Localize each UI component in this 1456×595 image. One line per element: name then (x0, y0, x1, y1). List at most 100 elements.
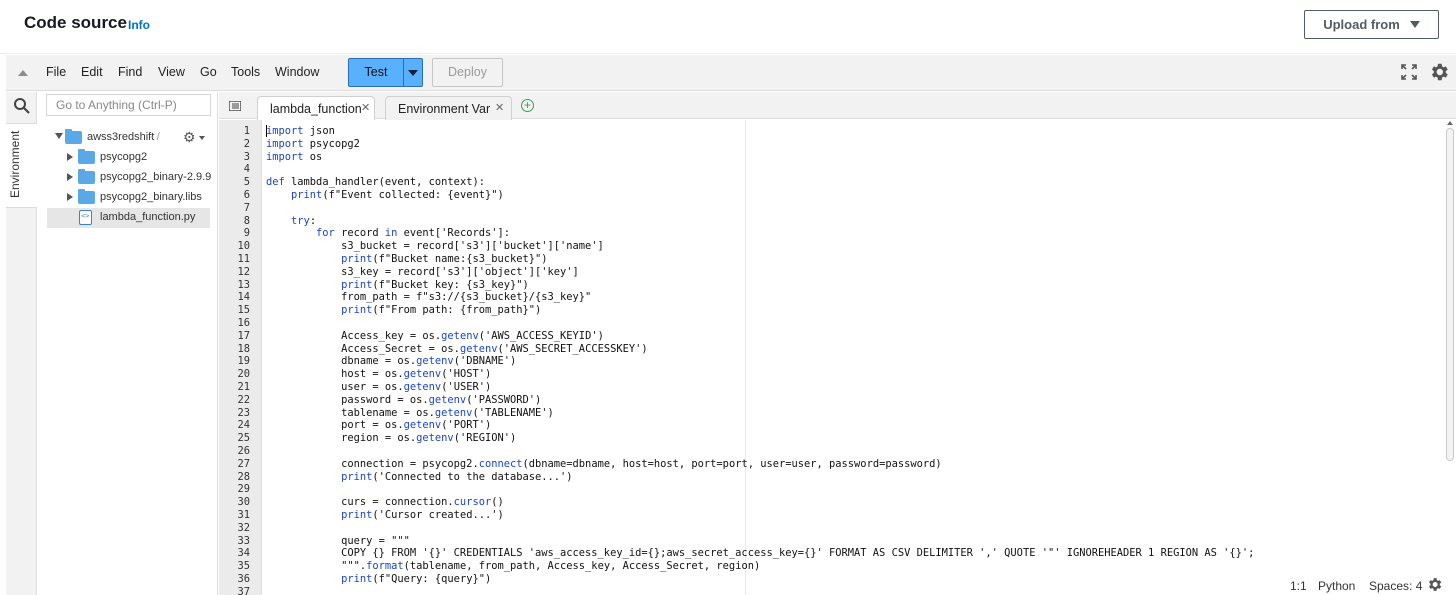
close-tab-icon[interactable]: ✕ (361, 101, 370, 114)
text-cursor (266, 125, 267, 137)
fullscreen-icon[interactable] (1401, 64, 1417, 80)
code-line[interactable] (266, 163, 1254, 176)
code-line[interactable]: dbname = os.getenv('DBNAME') (266, 355, 1254, 368)
cursor-position[interactable]: 1:1 (1290, 579, 1307, 593)
code-line[interactable]: print(f"From path: {from_path}") (266, 304, 1254, 317)
code-line[interactable]: COPY {} FROM '{}' CREDENTIALS 'aws_acces… (266, 547, 1254, 560)
code-line[interactable]: import psycopg2 (266, 138, 1254, 151)
code-line[interactable] (266, 317, 1254, 330)
code-editor[interactable]: 1 2 3 4 5 6 7 8 9 10 11 12 13 14 15 16 17 18 19 20 21 22 23 24 2… (219, 120, 1456, 595)
line-number: 1 (243, 125, 250, 137)
code-line[interactable]: s3_key = record['s3']['object']['key'] (266, 266, 1254, 279)
menu-go[interactable]: Go (200, 65, 217, 79)
line-number: 35 (237, 560, 250, 573)
code-line[interactable]: Access_Secret = os.getenv('AWS_SECRET_AC… (266, 343, 1254, 356)
scroll-up-arrow-icon[interactable] (1447, 121, 1453, 125)
menu-view[interactable]: View (158, 65, 185, 79)
tree-item-label: psycopg2_binary.libs (100, 191, 202, 203)
line-number: 20 (237, 368, 250, 381)
expand-arrow-icon[interactable] (55, 133, 63, 139)
expand-arrow-icon[interactable] (67, 173, 73, 181)
menu-find[interactable]: Find (118, 65, 142, 79)
tab-environment-variables[interactable]: Environment Var ✕ (385, 96, 512, 120)
tree-item-label: psycopg2_binary-2.9.9.di (100, 171, 212, 183)
tree-settings-gear-icon[interactable]: ⚙ (183, 129, 196, 146)
code-line[interactable]: def lambda_handler(event, context): (266, 176, 1254, 189)
deploy-button[interactable]: Deploy (432, 58, 503, 87)
code-line[interactable]: host = os.getenv('HOST') (266, 368, 1254, 381)
left-rail: Environment (6, 92, 37, 595)
code-line[interactable]: for record in event['Records']: (266, 227, 1254, 240)
code-line[interactable]: print(f"Bucket name:{s3_bucket}") (266, 253, 1254, 266)
code-line[interactable]: import os (266, 151, 1254, 164)
add-tab-icon[interactable]: + (521, 99, 534, 112)
close-tab-icon[interactable]: ✕ (495, 101, 504, 114)
upload-from-button[interactable]: Upload from (1304, 10, 1439, 39)
collapse-arrow-icon[interactable] (18, 70, 28, 76)
expand-arrow-icon[interactable] (67, 153, 73, 161)
search-icon[interactable] (13, 97, 31, 115)
code-line[interactable]: curs = connection.cursor() (266, 496, 1254, 509)
go-to-anything-input[interactable] (46, 94, 211, 116)
code-line[interactable]: connection = psycopg2.connect(dbname=dbn… (266, 458, 1254, 471)
code-line[interactable]: import json (266, 125, 1254, 138)
code-line[interactable]: password = os.getenv('PASSWORD') (266, 394, 1254, 407)
line-number: 36 (237, 573, 250, 585)
tree-item-label: psycopg2 (100, 151, 148, 163)
language-mode[interactable]: Python (1318, 579, 1355, 593)
info-link[interactable]: Info (128, 18, 150, 32)
line-number: 17 (237, 329, 250, 342)
code-line[interactable]: query = """ (266, 535, 1254, 548)
code-line[interactable]: print('Cursor created...') (266, 509, 1254, 522)
code-line[interactable]: print(f"Event collected: {event}") (266, 189, 1254, 202)
line-number: 22 (237, 393, 250, 406)
code-line[interactable] (266, 202, 1254, 215)
code-line[interactable]: region = os.getenv('REGION') (266, 432, 1254, 445)
indent-setting[interactable]: Spaces: 4 (1369, 579, 1422, 593)
tree-root-folder[interactable]: awss3redshift - / ⚙ (37, 128, 218, 148)
status-settings-gear-icon[interactable] (1426, 576, 1443, 593)
caret-down-icon (408, 70, 418, 76)
code-content[interactable]: import json import psycopg2 import os def … (266, 125, 1254, 595)
menu-tools[interactable]: Tools (231, 65, 260, 79)
code-line[interactable]: print(f"Query: {query}") (266, 573, 1254, 586)
test-button[interactable]: Test (349, 59, 403, 86)
line-number: 24 (237, 419, 250, 432)
code-line[interactable]: s3_bucket = record['s3']['bucket']['name… (266, 240, 1254, 253)
menu-file[interactable]: File (46, 65, 66, 79)
tree-folder-psycopg2-binary-libs[interactable]: psycopg2_binary.libs (37, 188, 218, 208)
tree-file-lambda-function[interactable]: lambda_function.py (47, 208, 210, 228)
line-number-gutter: 1 2 3 4 5 6 7 8 9 10 11 12 13 14 15 16 17 18 19 20 21 22 23 24 2… (219, 120, 262, 595)
tab-lambda-function[interactable]: lambda_function ✕ (257, 96, 375, 120)
line-number: 10 (237, 240, 250, 253)
code-line[interactable]: from_path = f"s3://{s3_bucket}/{s3_key}" (266, 291, 1254, 304)
settings-gear-icon[interactable] (1428, 61, 1450, 83)
code-line[interactable]: port = os.getenv('PORT') (266, 419, 1254, 432)
vertical-scrollbar[interactable] (1446, 128, 1454, 461)
caret-down-icon[interactable] (199, 136, 205, 140)
folder-icon (65, 129, 82, 144)
tree-folder-psycopg2-binary[interactable]: psycopg2_binary-2.9.9.di (37, 168, 218, 188)
code-line[interactable] (266, 586, 1254, 595)
folder-icon (78, 149, 95, 164)
ide-menubar: File Edit Find View Go Tools Window Test… (6, 55, 1456, 91)
code-line[interactable] (266, 483, 1254, 496)
expand-arrow-icon[interactable] (67, 193, 73, 201)
tabs-menu-icon[interactable] (229, 101, 241, 111)
menu-window[interactable]: Window (275, 65, 319, 79)
code-line[interactable] (266, 445, 1254, 458)
code-line[interactable]: Access_key = os.getenv('AWS_ACCESS_KEYID… (266, 330, 1254, 343)
test-dropdown-button[interactable] (404, 59, 422, 86)
code-line[interactable] (266, 522, 1254, 535)
line-number: 28 (237, 470, 250, 483)
menu-edit[interactable]: Edit (81, 65, 103, 79)
tree-root-path: - / (150, 131, 160, 143)
code-line[interactable]: try: (266, 215, 1254, 228)
code-line[interactable]: user = os.getenv('USER') (266, 381, 1254, 394)
code-line[interactable]: print('Connected to the database...') (266, 471, 1254, 484)
tree-folder-psycopg2[interactable]: psycopg2 (37, 148, 218, 168)
code-line[interactable]: tablename = os.getenv('TABLENAME') (266, 407, 1254, 420)
file-tree-panel: awss3redshift - / ⚙ psycopg2 psycopg2_bi… (37, 92, 218, 595)
code-line[interactable]: """.format(tablename, from_path, Access_… (266, 560, 1254, 573)
code-line[interactable]: print(f"Bucket key: {s3_key}") (266, 279, 1254, 292)
